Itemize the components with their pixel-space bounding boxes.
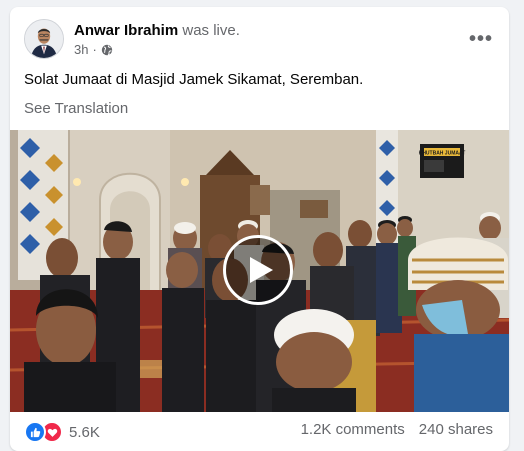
live-video[interactable]: KHUTBAH JUMAAT <box>10 130 509 412</box>
post-stats: 1.2K comments 240 shares <box>301 421 493 438</box>
more-options-icon[interactable]: ••• <box>467 25 495 53</box>
play-icon <box>250 257 273 283</box>
see-translation-link[interactable]: See Translation <box>24 100 128 117</box>
reaction-count: 5.6K <box>69 423 100 441</box>
tv-sign-text: KHUTBAH JUMAAT <box>419 151 466 157</box>
post-header: Anwar Ibrahim was live. 3h · ••• <box>24 19 495 59</box>
globe-icon[interactable] <box>101 44 113 56</box>
author-avatar[interactable] <box>24 19 64 59</box>
meta-separator: · <box>92 42 97 57</box>
post-card: Anwar Ibrahim was live. 3h · ••• Solat J… <box>10 7 509 451</box>
post-meta: 3h · <box>74 42 113 57</box>
comments-count[interactable]: 1.2K comments <box>301 421 405 438</box>
avatar-portrait <box>25 20 63 58</box>
play-button[interactable] <box>223 235 293 305</box>
author-name[interactable]: Anwar Ibrahim <box>74 22 178 39</box>
post-time[interactable]: 3h <box>74 42 88 57</box>
post-text: Solat Jumaat di Masjid Jamek Sikamat, Se… <box>24 71 364 88</box>
shares-count[interactable]: 240 shares <box>419 421 493 438</box>
post-footer: 5.6K 1.2K comments 240 shares <box>24 421 495 443</box>
reactions-summary[interactable]: 5.6K <box>24 421 100 443</box>
like-icon <box>24 421 46 443</box>
live-status: was live. <box>182 22 240 39</box>
author-line: Anwar Ibrahim was live. <box>74 22 240 39</box>
